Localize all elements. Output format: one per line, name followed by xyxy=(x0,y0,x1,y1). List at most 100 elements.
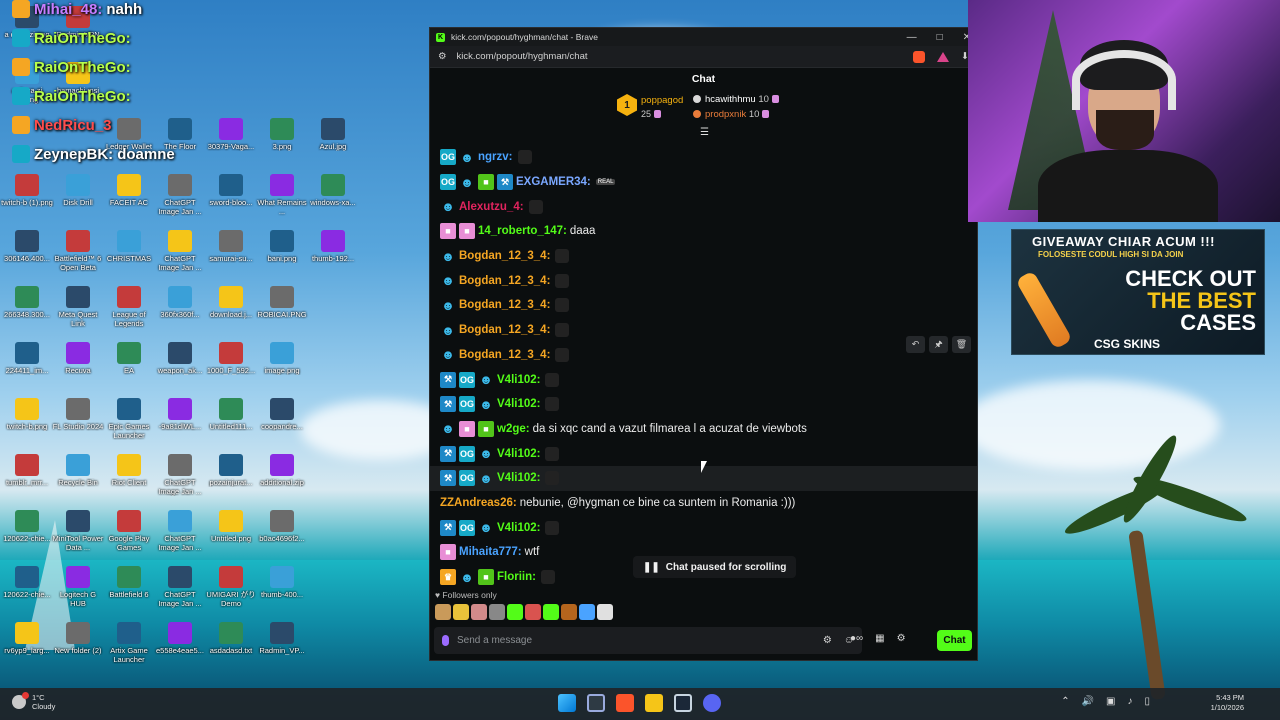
desktop-icon[interactable]: 1000_F_592... xyxy=(204,342,258,375)
og-badge-icon[interactable]: OG xyxy=(440,174,456,191)
og-badge-icon[interactable]: OG xyxy=(459,445,475,462)
chat-username[interactable]: Bogdan_12_3_4: xyxy=(459,299,550,311)
desktop-icon[interactable]: ROBICAI.PNG xyxy=(255,286,309,319)
chat-username[interactable]: 14_roberto_147: xyxy=(478,225,567,237)
emote[interactable] xyxy=(597,604,613,620)
desktop-icon[interactable]: 266348.300... xyxy=(0,286,54,319)
chat-message[interactable]: ⚒ OG ☻ V4li102: xyxy=(430,392,977,417)
chat-message-list[interactable]: OG ☻ ngrzv: OG ☻ ■ ⚒ EXGAMER34: REAL ☻ Alexutzu_4:… xyxy=(430,145,977,590)
chat-message[interactable]: OG ☻ ngrzv: xyxy=(430,145,977,170)
microphone-icon[interactable] xyxy=(442,635,449,646)
chat-message[interactable]: OG ☻ ■ ⚒ EXGAMER34: REAL xyxy=(430,170,977,195)
emote-icon[interactable] xyxy=(545,397,560,412)
desktop-icon[interactable]: b0ac4696f2... xyxy=(255,510,309,543)
emote-icon[interactable] xyxy=(555,298,570,313)
desktop-icon[interactable]: image.png xyxy=(255,342,309,375)
og-badge-icon[interactable]: OG xyxy=(459,519,475,536)
desktop-icon[interactable]: 306146.400... xyxy=(0,230,54,263)
emote-icon[interactable] xyxy=(528,199,543,214)
emote-icon[interactable] xyxy=(545,520,560,535)
chat-username[interactable]: EXGAMER34: xyxy=(516,176,591,188)
desktop-icon[interactable]: e558e4eae5... xyxy=(153,622,207,655)
desktop-icon[interactable]: What Remains ... xyxy=(255,174,309,216)
maximize-icon[interactable]: □ xyxy=(937,32,943,43)
og-badge-icon[interactable]: OG xyxy=(459,470,475,487)
ghost-badge-icon[interactable]: ☻ xyxy=(440,273,456,289)
og-badge-icon[interactable]: OG xyxy=(459,371,475,388)
discord-icon[interactable] xyxy=(703,694,721,712)
ghost-badge-icon[interactable]: ☻ xyxy=(440,347,456,363)
desktop-icon[interactable]: League of Legends xyxy=(102,286,156,328)
desktop-icon[interactable]: FACEIT AC xyxy=(102,174,156,207)
desktop-icon[interactable]: EA xyxy=(102,342,156,375)
task-view-icon[interactable] xyxy=(587,694,605,712)
chat-username[interactable]: V4li102: xyxy=(497,472,540,484)
emote[interactable] xyxy=(543,604,559,620)
desktop-icon[interactable]: twitch-b (1).png xyxy=(0,174,54,207)
steam-icon[interactable] xyxy=(674,694,692,712)
desktop-icon[interactable]: windows-xa... xyxy=(306,174,360,207)
desktop-icon[interactable]: tumblr_mrr... xyxy=(0,454,54,487)
pink-badge-icon[interactable]: ■ xyxy=(459,223,475,240)
chat-message[interactable]: ■ ■ 14_roberto_147: daaa xyxy=(430,219,977,244)
green-badge-icon[interactable]: ■ xyxy=(478,420,494,437)
speaker-icon[interactable]: 🔊 xyxy=(1082,696,1094,707)
chat-username[interactable]: w2ge: xyxy=(497,423,530,435)
weather-widget[interactable]: 1°C Cloudy xyxy=(12,692,55,711)
desktop-icon[interactable]: 30379-Vaga... xyxy=(204,118,258,151)
emote[interactable] xyxy=(561,604,577,620)
chat-username[interactable]: Bogdan_12_3_4: xyxy=(459,324,550,336)
network-icon[interactable]: ▣ xyxy=(1106,696,1115,707)
chat-message[interactable]: ⚒ OG ☻ V4li102: xyxy=(430,515,977,540)
desktop-icon[interactable]: Recuva xyxy=(51,342,105,375)
settings-icon[interactable]: ⚙ xyxy=(897,633,906,644)
ghost-badge-icon[interactable]: ☻ xyxy=(459,569,475,585)
desktop-icon[interactable]: UMIGARI がりDemo xyxy=(204,566,258,608)
desktop-icon[interactable]: Artix Game Launcher xyxy=(102,622,156,664)
ghost-badge-icon[interactable]: ☻ xyxy=(478,470,494,486)
emote[interactable] xyxy=(435,604,451,620)
chat-username[interactable]: Bogdan_12_3_4: xyxy=(459,349,550,361)
desktop-icon[interactable]: rv6yp9_larg... xyxy=(0,622,54,655)
chat-username[interactable]: V4li102: xyxy=(497,398,540,410)
desktop-icon[interactable]: asdadasd.txt xyxy=(204,622,258,655)
desktop-icon[interactable]: Azul.jpg xyxy=(306,118,360,151)
chat-message[interactable]: ☻ Bogdan_12_3_4: xyxy=(430,343,977,368)
desktop-icon[interactable]: thumb-192... xyxy=(306,230,360,263)
pink-badge-icon[interactable]: ■ xyxy=(440,544,456,561)
chat-message[interactable]: ☻ Bogdan_12_3_4: xyxy=(430,293,977,318)
delete-icon[interactable]: 🗑 xyxy=(952,336,971,353)
emote[interactable] xyxy=(525,604,541,620)
volume-icon[interactable]: ♪ xyxy=(1127,696,1132,707)
emote[interactable] xyxy=(471,604,487,620)
desktop-icon[interactable]: 360fx360f... xyxy=(153,286,207,319)
desktop-icon[interactable]: 120622-chie... xyxy=(0,510,54,543)
desktop-icon[interactable]: FL Studio 2024 xyxy=(51,398,105,431)
minimize-icon[interactable]: — xyxy=(907,32,917,43)
emote[interactable] xyxy=(579,604,595,620)
send-chat-button[interactable]: Chat xyxy=(937,630,972,651)
og-badge-icon[interactable]: OG xyxy=(440,149,456,166)
desktop-icon[interactable]: CHRISTMAS xyxy=(102,230,156,263)
gold-badge-icon[interactable]: ♛ xyxy=(440,569,456,586)
blue-badge-icon[interactable]: ⚒ xyxy=(440,371,456,388)
blue-badge-icon[interactable]: ⚒ xyxy=(440,396,456,413)
message-input[interactable]: Send a message ⚙ ☺ xyxy=(434,627,862,654)
chat-username[interactable]: Bogdan_12_3_4: xyxy=(459,250,550,262)
expand-leaderboard-icon[interactable]: ☰ xyxy=(700,127,709,138)
emote-icon[interactable] xyxy=(545,372,560,387)
desktop-icon[interactable]: Disk Drill xyxy=(51,174,105,207)
ghost-badge-icon[interactable]: ☻ xyxy=(440,421,456,437)
reply-icon[interactable]: ↶ xyxy=(906,336,925,353)
emote-icon[interactable] xyxy=(555,249,570,264)
address-bar[interactable]: ⚙ kick.com/popout/hyghman/chat ⬇ xyxy=(430,46,977,68)
ghost-badge-icon[interactable]: ☻ xyxy=(478,372,494,388)
ghost-badge-icon[interactable]: ☻ xyxy=(478,396,494,412)
ghost-badge-icon[interactable]: ☻ xyxy=(478,520,494,536)
emote[interactable] xyxy=(453,604,469,620)
desktop-icon[interactable]: twitch-b.png xyxy=(0,398,54,431)
ghost-badge-icon[interactable]: ☻ xyxy=(478,446,494,462)
url-text[interactable]: kick.com/popout/hyghman/chat xyxy=(457,51,588,62)
chat-message[interactable]: ☻ Bogdan_12_3_4: xyxy=(430,244,977,269)
brave-rewards-icon[interactable] xyxy=(937,51,950,62)
